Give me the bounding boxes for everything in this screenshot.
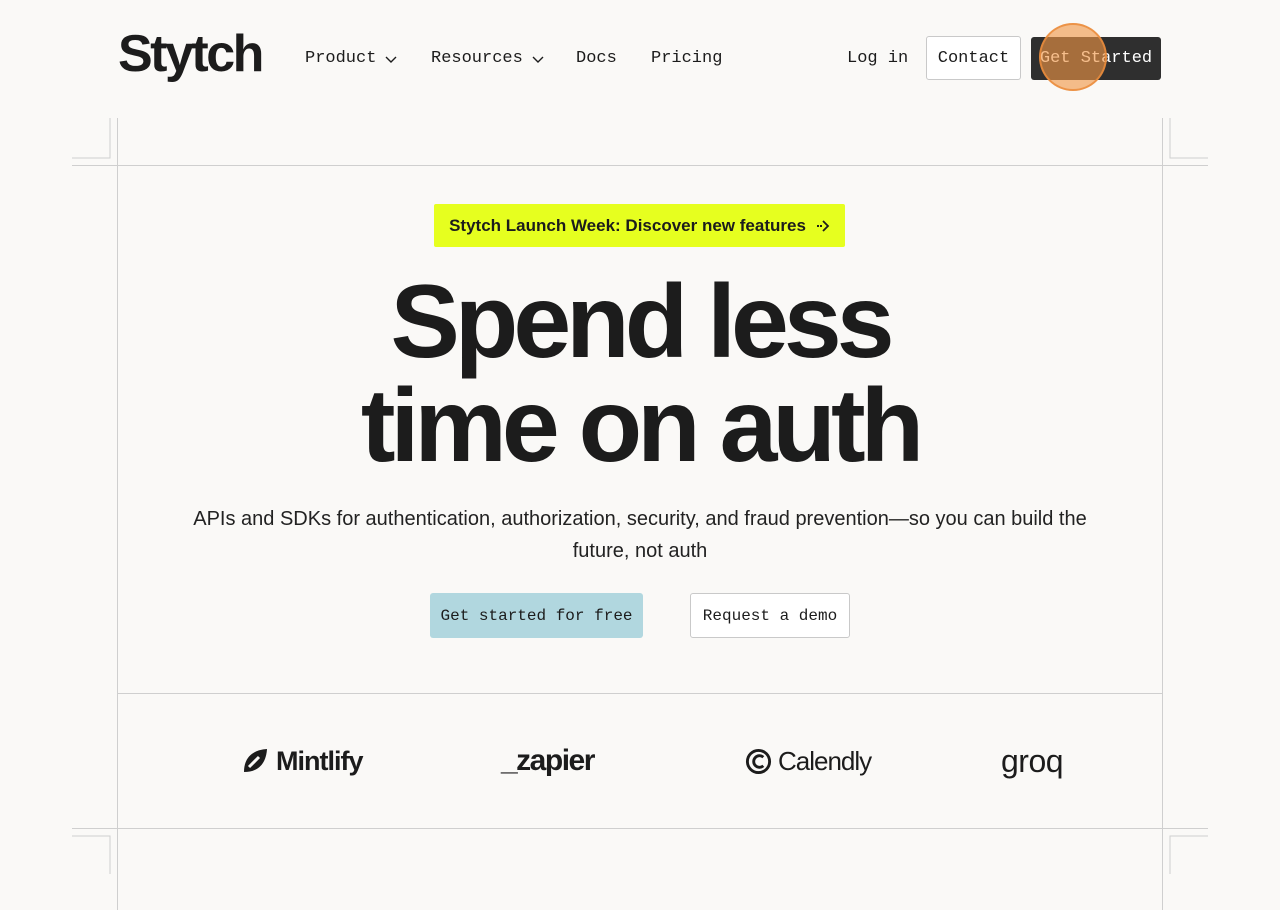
chevron-down-icon — [385, 56, 397, 63]
nav-product-label: Product — [305, 49, 377, 68]
request-demo-button[interactable]: Request a demo — [690, 593, 850, 638]
frame-line-right — [1162, 118, 1163, 910]
nav-docs-label: Docs — [576, 49, 617, 68]
nav-resources[interactable]: Resources — [431, 47, 545, 71]
contact-button[interactable]: Contact — [926, 36, 1021, 80]
groq-wordmark: groq — [1001, 742, 1064, 779]
mintlify-wordmark: Mintlify — [276, 745, 363, 776]
get-started-free-button[interactable]: Get started for free — [430, 593, 643, 638]
customer-logo-mintlify: Mintlify — [240, 740, 363, 782]
launch-week-banner[interactable]: Stytch Launch Week: Discover new feature… — [434, 204, 845, 247]
customer-logo-zapier: _zapier — [501, 740, 595, 782]
zapier-wordmark: _zapier — [501, 744, 595, 777]
customer-logo-groq: groq — [1001, 740, 1064, 782]
nav-docs[interactable]: Docs — [576, 47, 617, 71]
nav-pricing[interactable]: Pricing — [651, 47, 722, 71]
corner-bracket-bottom-right — [1169, 835, 1208, 874]
launch-week-banner-label: Stytch Launch Week: Discover new feature… — [449, 215, 806, 235]
corner-bracket-top-right — [1169, 118, 1208, 159]
frame-line-top — [72, 165, 1208, 166]
frame-line-left — [117, 118, 118, 910]
calendly-wordmark: Calendly — [778, 745, 872, 776]
headline-line-1: Spend less — [390, 264, 894, 380]
nav-product[interactable]: Product — [305, 47, 398, 71]
customer-logo-calendly: Calendly — [745, 740, 872, 782]
chevron-down-icon — [532, 56, 544, 63]
arrow-right-icon — [816, 219, 830, 232]
corner-bracket-top-left — [72, 118, 111, 159]
stytch-logo[interactable]: Stytch — [118, 24, 264, 84]
nav-pricing-label: Pricing — [651, 49, 723, 68]
hero-subtitle: APIs and SDKs for authentication, author… — [193, 508, 1087, 562]
frame-line-middle — [118, 693, 1162, 694]
calendly-c-icon — [745, 748, 772, 774]
corner-bracket-bottom-left — [72, 835, 111, 874]
mintlify-leaf-icon — [244, 749, 267, 772]
get-started-button[interactable]: Get Started — [1031, 37, 1161, 80]
nav-resources-label: Resources — [431, 49, 523, 68]
login-link[interactable]: Log in — [847, 47, 908, 71]
frame-line-bottom — [72, 828, 1208, 829]
headline-line-2: time on auth — [360, 368, 924, 484]
